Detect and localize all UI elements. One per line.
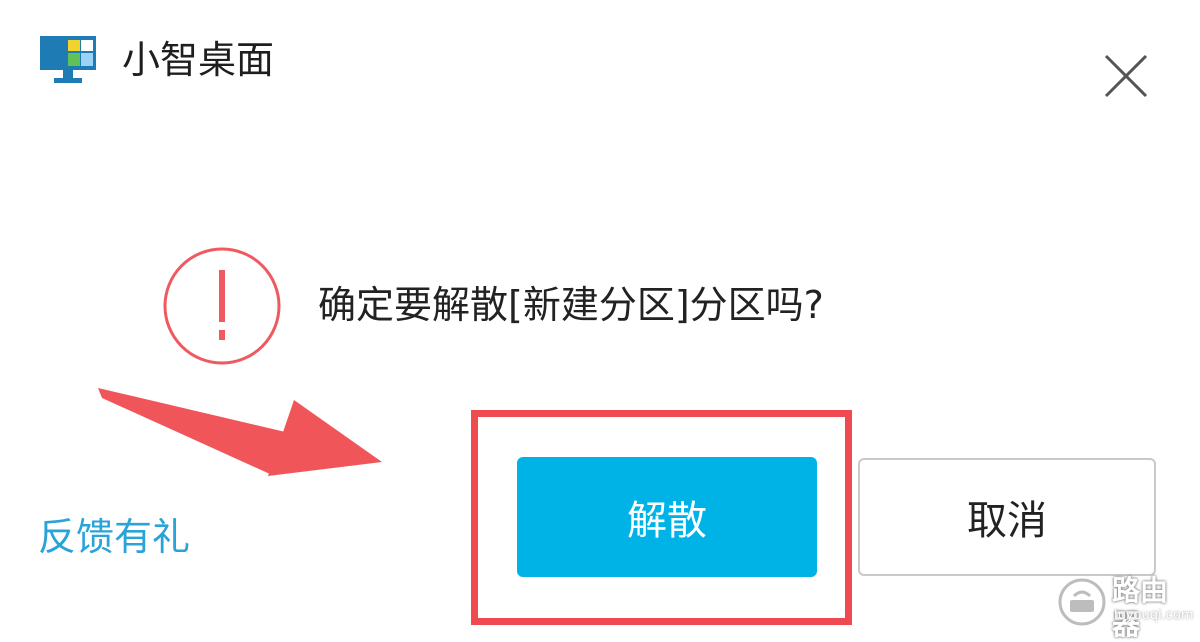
cancel-button[interactable]: 取消	[858, 458, 1156, 576]
confirm-message: 确定要解散[新建分区]分区吗?	[318, 283, 824, 327]
dissolve-button[interactable]: 解散	[517, 457, 817, 577]
warning-icon	[160, 244, 284, 368]
router-logo-icon	[1058, 578, 1106, 626]
close-icon	[1104, 54, 1148, 98]
feedback-link[interactable]: 反馈有礼	[38, 512, 190, 562]
close-button[interactable]	[1098, 48, 1154, 104]
window-title: 小智桌面	[122, 38, 275, 82]
watermark-url: luyouqi.com	[1114, 608, 1194, 623]
monitor-icon	[38, 34, 98, 84]
watermark: 路由器 luyouqi.com	[1058, 574, 1194, 641]
